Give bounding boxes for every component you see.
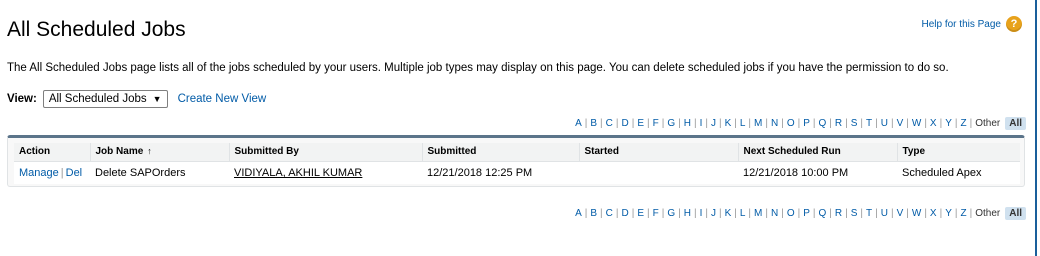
alpha-filter-bottom: A | B | C | D | E | F | G | H | I | J | K | L | M | N | O | P | Q | R | S | T |… — [572, 207, 1026, 220]
table-row: Manage | Del Delete SAPOrders VIDIYALA, AK… — [14, 161, 1020, 184]
submitted-by-cell: VIDIYALA, AKHIL KUMAR — [229, 161, 422, 184]
alpha-filter-letter-a[interactable]: A — [572, 118, 585, 129]
column-header-submitted-by[interactable]: Submitted By — [228, 143, 422, 162]
sort-ascending-icon: ↑ — [147, 146, 152, 156]
alpha-filter-letter-k[interactable]: K — [722, 208, 735, 219]
column-header-job-name[interactable]: Job Name ↑ — [89, 143, 229, 162]
alpha-filter-letter-r[interactable]: R — [832, 208, 845, 219]
alpha-filter-letter-c[interactable]: C — [603, 118, 616, 129]
alpha-filter-letter-u[interactable]: U — [878, 208, 891, 219]
alpha-filter-letter-i[interactable]: I — [697, 208, 706, 219]
alpha-filter-letter-k[interactable]: K — [722, 118, 735, 129]
view-bar: View: All Scheduled Jobs ▼ Create New Vi… — [7, 90, 266, 108]
alpha-filter-letter-p[interactable]: P — [800, 118, 813, 129]
scheduled-jobs-page: All Scheduled Jobs Help for this Page ? … — [0, 0, 1040, 256]
column-header-submitted[interactable]: Submitted — [421, 143, 579, 162]
alpha-filter-letter-m[interactable]: M — [751, 208, 765, 219]
alpha-filter-letter-f[interactable]: F — [650, 118, 662, 129]
alpha-filter-letter-t[interactable]: T — [863, 208, 875, 219]
column-header-started[interactable]: Started — [578, 143, 738, 162]
alpha-filter-letter-q[interactable]: Q — [816, 118, 830, 129]
alpha-filter-letter-y[interactable]: Y — [942, 118, 955, 129]
alpha-filter-letter-s[interactable]: S — [848, 118, 861, 129]
alpha-filter-letter-b[interactable]: B — [587, 208, 600, 219]
column-header-type[interactable]: Type — [896, 143, 1020, 162]
alpha-filter-letter-e[interactable]: E — [634, 208, 647, 219]
alpha-filter-letter-l[interactable]: L — [737, 118, 749, 129]
alpha-filter-letter-d[interactable]: D — [619, 208, 632, 219]
alpha-filter-letter-o[interactable]: O — [784, 118, 798, 129]
alpha-filter-letter-z[interactable]: Z — [957, 208, 969, 219]
alpha-filter-letter-v[interactable]: V — [894, 118, 907, 129]
alpha-filter-letter-v[interactable]: V — [894, 208, 907, 219]
manage-link[interactable]: Manage — [19, 167, 59, 179]
alpha-filter-letter-f[interactable]: F — [650, 208, 662, 219]
column-header-next-run[interactable]: Next Scheduled Run — [737, 143, 897, 162]
alpha-filter-letter-g[interactable]: G — [664, 208, 678, 219]
alpha-filter-letter-u[interactable]: U — [878, 118, 891, 129]
alpha-filter-letter-n[interactable]: N — [768, 118, 781, 129]
alpha-filter-letter-c[interactable]: C — [603, 208, 616, 219]
page-description: The All Scheduled Jobs page lists all of… — [7, 62, 949, 74]
submitted-cell: 12/21/2018 12:25 PM — [422, 161, 579, 184]
alpha-filter-letter-t[interactable]: T — [863, 118, 875, 129]
jobs-list-box: Action Job Name ↑ Submitted By Submitted … — [7, 135, 1025, 187]
alpha-filter-letter-h[interactable]: H — [681, 118, 694, 129]
column-header-action: Action — [14, 143, 90, 162]
alpha-filter-letter-r[interactable]: R — [832, 118, 845, 129]
dropdown-arrow-icon: ▼ — [152, 94, 162, 104]
alpha-filter-letter-n[interactable]: N — [768, 208, 781, 219]
alpha-filter-letter-a[interactable]: A — [572, 208, 585, 219]
action-cell: Manage | Del — [14, 161, 90, 184]
help-section: Help for this Page ? — [922, 16, 1022, 32]
alpha-filter-letter-x[interactable]: X — [927, 118, 940, 129]
scrollbar-edge[interactable] — [1035, 0, 1037, 256]
alpha-filter-letter-d[interactable]: D — [619, 118, 632, 129]
table-header-row: Action Job Name ↑ Submitted By Submitted … — [14, 143, 1020, 162]
next-run-cell: 12/21/2018 10:00 PM — [738, 161, 897, 184]
help-icon[interactable]: ? — [1006, 16, 1022, 32]
page-title: All Scheduled Jobs — [7, 18, 186, 41]
started-cell — [579, 161, 738, 184]
view-select[interactable]: All Scheduled Jobs ▼ — [42, 90, 168, 108]
alpha-filter-letter-q[interactable]: Q — [816, 208, 830, 219]
submitted-by-link[interactable]: VIDIYALA, AKHIL KUMAR — [234, 167, 362, 179]
alpha-filter-letter-e[interactable]: E — [634, 118, 647, 129]
view-label: View: — [7, 93, 37, 105]
alpha-filter-letter-l[interactable]: L — [737, 208, 749, 219]
alpha-filter-letter-b[interactable]: B — [587, 118, 600, 129]
alpha-filter-letter-z[interactable]: Z — [957, 118, 969, 129]
alpha-filter-letter-w[interactable]: W — [909, 208, 924, 219]
alpha-filter-letter-i[interactable]: I — [697, 118, 706, 129]
action-separator: | — [60, 167, 64, 179]
alpha-filter-letter-g[interactable]: G — [664, 118, 678, 129]
alpha-filter-letter-y[interactable]: Y — [942, 208, 955, 219]
alpha-filter-letter-s[interactable]: S — [848, 208, 861, 219]
alpha-filter-letter-m[interactable]: M — [751, 118, 765, 129]
create-new-view-link[interactable]: Create New View — [178, 93, 267, 105]
alpha-filter-top: A | B | C | D | E | F | G | H | I | J | K | L | M | N | O | P | Q | R | S | T |… — [572, 117, 1026, 130]
alpha-filter-letter-p[interactable]: P — [800, 208, 813, 219]
alpha-filter-letter-j[interactable]: J — [708, 118, 719, 129]
alpha-filter-letter-h[interactable]: H — [681, 208, 694, 219]
help-link[interactable]: Help for this Page — [922, 19, 1002, 30]
alpha-filter-other[interactable]: Other — [972, 118, 1003, 129]
delete-link[interactable]: Del — [66, 167, 83, 179]
alpha-filter-all[interactable]: All — [1005, 117, 1026, 130]
jobs-table: Action Job Name ↑ Submitted By Submitted … — [14, 143, 1020, 184]
alpha-filter-letter-x[interactable]: X — [927, 208, 940, 219]
alpha-filter-all[interactable]: All — [1005, 207, 1026, 220]
view-select-value: All Scheduled Jobs — [48, 93, 147, 105]
alpha-filter-letter-o[interactable]: O — [784, 208, 798, 219]
alpha-filter-letter-w[interactable]: W — [909, 118, 924, 129]
type-cell: Scheduled Apex — [897, 161, 1020, 184]
job-name-cell: Delete SAPOrders — [90, 161, 229, 184]
alpha-filter-other[interactable]: Other — [972, 208, 1003, 219]
alpha-filter-letter-j[interactable]: J — [708, 208, 719, 219]
